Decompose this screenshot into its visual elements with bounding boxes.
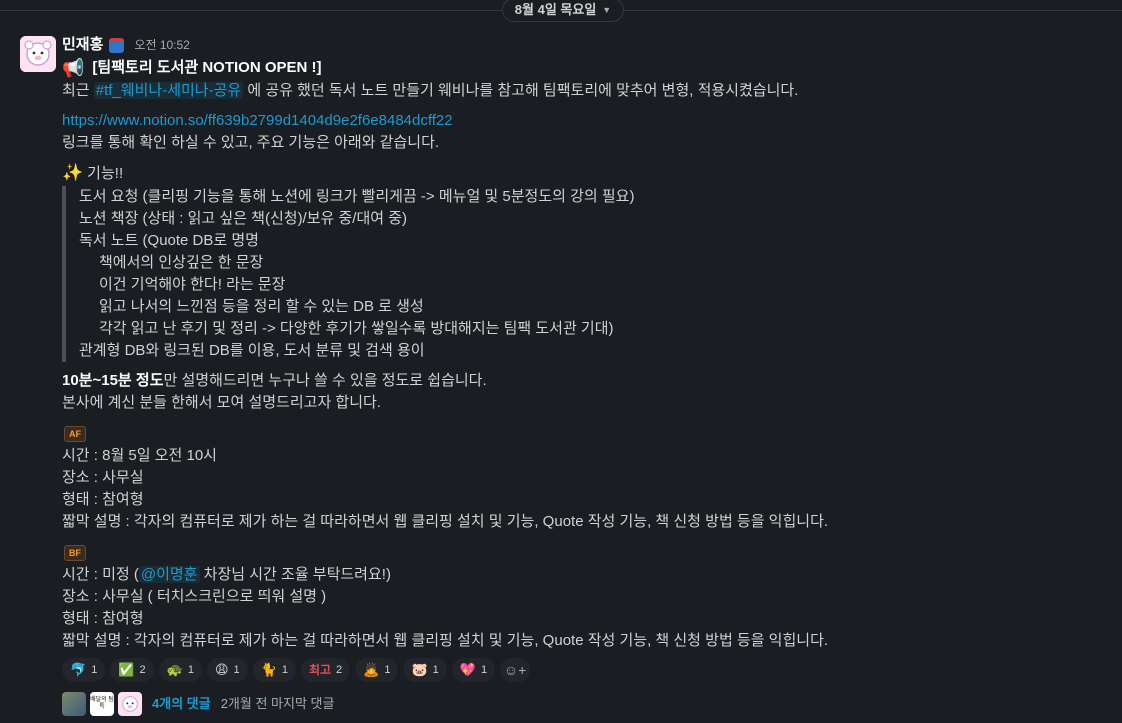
af-time: 시간 : 8월 5일 오전 10시 xyxy=(62,447,217,464)
bowing-person-icon: 🙇 xyxy=(363,662,380,677)
summary-line: 10분~15분 정도만 설명해드리면 누구나 쓸 수 있을 정도로 쉽습니다. xyxy=(62,370,1112,392)
message-header: 민재홍 오전 10:52 xyxy=(62,34,1112,56)
reaction-weary[interactable]: 😩 1 xyxy=(206,658,248,682)
message-title: [팀팩토리 도서관 NOTION OPEN !] xyxy=(92,59,322,76)
dolphin-icon: 🐬 xyxy=(70,662,87,677)
reaction-count: 2 xyxy=(139,664,146,676)
bf-place: 장소 : 사무실 ( 터치스크린으로 띄워 설명 ) xyxy=(62,588,327,605)
add-emoji-icon: ☺+ xyxy=(503,662,527,678)
feature-subitem: 각각 읽고 난 후기 및 정리 -> 다양한 후기가 쌓일수록 방대해지는 팀팩… xyxy=(99,320,614,337)
message: 민재홍 오전 10:52 📢 [팀팩토리 도서관 NOTION OPEN !] … xyxy=(62,34,1112,716)
replier-avatar: 배달의 팀특 xyxy=(90,692,114,716)
feature-subitem: 이건 기억해야 한다! 라는 문장 xyxy=(99,276,286,293)
reaction-count: 1 xyxy=(281,664,288,676)
message-title-line: 📢 [팀팩토리 도서관 NOTION OPEN !] xyxy=(62,56,1112,80)
replier-avatar xyxy=(62,692,86,716)
author-avatar[interactable] xyxy=(20,36,56,72)
intro-line: 최근 #tf_웨비나-세미나-공유 에 공유 했던 독서 노트 만들기 웨비나를… xyxy=(62,80,1112,102)
feature-subitem: 읽고 나서의 느낀점 등을 정리 할 수 있는 DB 로 생성 xyxy=(99,298,424,315)
reaction-heart[interactable]: 💖 1 xyxy=(451,658,496,682)
pig-icon: 🐷 xyxy=(411,662,428,677)
bf-format: 형태 : 참여형 xyxy=(62,610,144,627)
summary-bold: 10분~15분 정도 xyxy=(62,372,164,389)
reaction-cat[interactable]: 🐈 1 xyxy=(252,658,296,682)
bf-time: 시간 : 미정 (@이명훈 차장님 시간 조율 부탁드려요!) xyxy=(62,564,1112,586)
summary-rest: 만 설명해드리면 누구나 쓸 수 있을 정도로 쉽습니다. xyxy=(163,372,487,389)
best-text-icon: 최고 xyxy=(308,663,332,677)
replier-avatar-text: 배달의 팀특 xyxy=(90,697,114,710)
reaction-dolphin[interactable]: 🐬 1 xyxy=(62,658,106,682)
features-heading: ✨ 기능!! xyxy=(62,162,1112,184)
reaction-count: 1 xyxy=(432,664,439,676)
intro-text-before: 최근 xyxy=(62,82,94,99)
reaction-count: 1 xyxy=(187,664,194,676)
af-description: 짧막 설명 : 각자의 컴퓨터로 제가 하는 걸 따라하면서 웹 클리핑 설치 … xyxy=(62,513,829,530)
date-jump-button[interactable]: 8월 4일 목요일 ▼ xyxy=(502,0,624,22)
message-timestamp[interactable]: 오전 10:52 xyxy=(134,34,189,56)
features-title: 기능!! xyxy=(87,165,124,182)
af-format: 형태 : 참여형 xyxy=(62,491,144,508)
reaction-count: 1 xyxy=(384,664,391,676)
channel-link[interactable]: #tf_웨비나-세미나-공유 xyxy=(93,82,244,99)
bf-description: 짧막 설명 : 각자의 컴퓨터로 제가 하는 걸 따라하면서 웹 클리핑 설치 … xyxy=(62,632,829,649)
reaction-turtle[interactable]: 🐢 1 xyxy=(158,658,202,682)
thread-summary[interactable]: 배달의 팀특 4개의 댓글 2개월 전 마지막 댓글 xyxy=(62,692,1112,716)
megaphone-icon: 📢 xyxy=(62,58,85,78)
feature-item: 관계형 DB와 링크된 DB를 이용, 도서 분류 및 검색 용이 xyxy=(79,342,425,359)
bf-section: BF 시간 : 미정 (@이명훈 차장님 시간 조율 부탁드려요!) 장소 : … xyxy=(62,541,1112,652)
feature-item: 도서 요청 (클리핑 기능을 통해 노션에 링크가 빨리게끔 -> 메뉴얼 및 … xyxy=(79,188,635,205)
af-section: AF 시간 : 8월 5일 오전 10시 장소 : 사무실 형태 : 참여형 짧… xyxy=(62,422,1112,533)
feature-item: 독서 노트 (Quote DB로 명명 xyxy=(79,232,259,249)
calendar-icon xyxy=(109,37,125,53)
author-name[interactable]: 민재홍 xyxy=(62,34,103,56)
reaction-check[interactable]: ✅ 2 xyxy=(110,658,154,682)
last-reply-time: 2개월 전 마지막 댓글 xyxy=(220,696,335,711)
feature-item: 노션 책장 (상태 : 읽고 싶은 책(신청)/보유 중/대여 중) xyxy=(79,210,408,227)
link-description: 링크를 통해 확인 하실 수 있고, 주요 기능은 아래와 같습니다. xyxy=(62,134,440,151)
reaction-count: 1 xyxy=(480,664,488,676)
turtle-icon: 🐢 xyxy=(166,662,183,677)
chevron-down-icon: ▼ xyxy=(602,5,612,15)
sparkles-icon: ✨ xyxy=(62,163,84,182)
af-place: 장소 : 사무실 xyxy=(62,469,144,486)
reactions-bar: 🐬 1 ✅ 2 🐢 1 😩 1 🐈 1 최고 2 🙇 1 🐷 1 💖 1 ☺+ xyxy=(62,658,1112,684)
notion-link[interactable]: https://www.notion.so/ff639b2799d1404d9e… xyxy=(62,112,453,129)
reaction-bowing[interactable]: 🙇 1 xyxy=(355,658,399,682)
date-label: 8월 4일 목요일 xyxy=(514,2,597,17)
user-mention[interactable]: @이명훈 xyxy=(138,566,200,583)
sparkling-heart-icon: 💖 xyxy=(459,662,476,677)
bf-time-after: 차장님 시간 조율 부탁드려요!) xyxy=(199,566,391,583)
weary-face-icon: 😩 xyxy=(214,662,229,677)
replier-avatar xyxy=(118,692,142,716)
reaction-count: 1 xyxy=(233,664,240,676)
feature-subitem: 책에서의 인상깊은 한 문장 xyxy=(99,254,264,271)
cat-icon: 🐈 xyxy=(260,662,277,677)
pig-avatar-icon xyxy=(20,36,56,72)
af-badge-icon: AF xyxy=(64,426,86,442)
bf-time-before: 시간 : 미정 ( xyxy=(62,566,139,583)
add-reaction-button[interactable]: ☺+ xyxy=(500,658,531,682)
replies-count-link[interactable]: 4개의 댓글 xyxy=(152,693,211,715)
pig-avatar-icon xyxy=(122,696,138,712)
bf-badge-icon: BF xyxy=(64,545,86,561)
intro-text-after: 에 공유 했던 독서 노트 만들기 웨비나를 참고해 팀팩토리에 맞추어 변형,… xyxy=(243,82,799,99)
summary-line-2: 본사에 계신 분들 한해서 모여 설명드리고자 합니다. xyxy=(62,394,381,411)
reaction-count: 2 xyxy=(336,664,343,676)
date-divider: 8월 4일 목요일 ▼ xyxy=(0,0,1122,22)
check-mark-icon: ✅ xyxy=(118,662,135,677)
reaction-best[interactable]: 최고 2 xyxy=(300,658,351,682)
reaction-count: 1 xyxy=(91,664,98,676)
features-quote: 도서 요청 (클리핑 기능을 통해 노션에 링크가 빨리게끔 -> 메뉴얼 및 … xyxy=(62,186,1112,362)
reaction-pig[interactable]: 🐷 1 xyxy=(403,658,447,682)
